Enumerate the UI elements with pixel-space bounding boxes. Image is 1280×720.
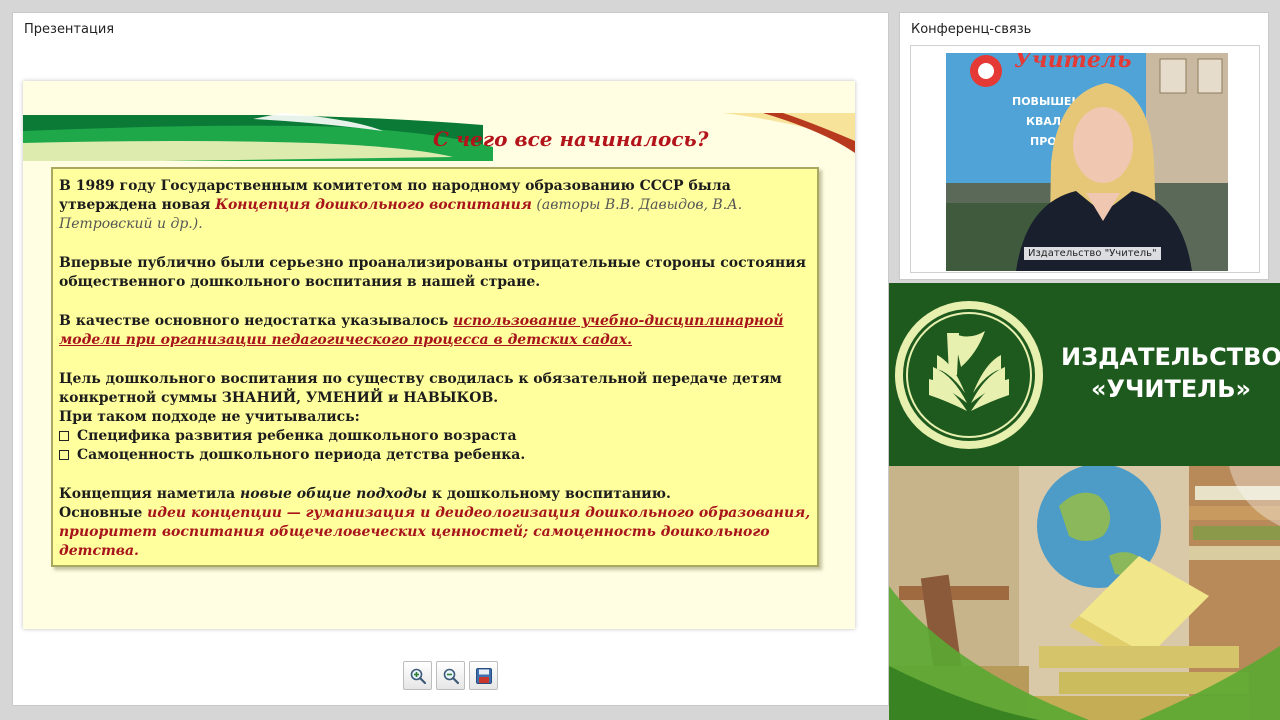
zoom-out-icon [443,668,459,684]
video-banner-line-2: КВАЛ [1026,115,1061,128]
video-participant-label: Издательство "Учитель" [1024,247,1161,260]
slide-paragraph-5: Концепция наметила новые общие подходы к… [59,486,671,502]
slide-paragraph-3: В качестве основного недостатка указывал… [59,312,811,350]
save-button[interactable] [469,661,498,690]
checkbox-bullet-icon [59,431,69,441]
publisher-name: ИЗДАТЕЛЬСТВО «УЧИТЕЛЬ» [1061,341,1280,405]
conference-panel: Конференц-связь Учитель ПОВЫШЕНИ КВАЛ ПР [899,12,1269,280]
presentation-panel-title: Презентация [24,22,115,37]
slide-header-area [23,81,855,113]
zoom-in-icon [410,668,426,684]
list-item: Специфика развития ребенка дошкольного в… [59,427,811,446]
conference-panel-title: Конференц-связь [911,22,1032,37]
zoom-in-button[interactable] [403,661,432,690]
slide-content-box: В 1989 году Государственным комитетом по… [51,167,819,567]
publisher-name-line-1: ИЗДАТЕЛЬСТВО [1061,343,1280,371]
banner-green-area: ИЗДАТЕЛЬСТВО «УЧИТЕЛЬ» [889,283,1280,466]
app-root: Презентация С чего все начиналось? В 198… [0,0,1280,720]
save-icon [475,667,492,684]
slide-heading: С чего все начиналось? [433,127,709,151]
zoom-out-button[interactable] [436,661,465,690]
slide: С чего все начиналось? В 1989 году Госуд… [23,81,855,629]
checkbox-bullet-icon [59,450,69,460]
video-scene: Учитель ПОВЫШЕНИ КВАЛ ПРОФ [946,53,1228,271]
video-stream[interactable]: Учитель ПОВЫШЕНИ КВАЛ ПРОФ Издательство … [946,53,1228,271]
presentation-panel: Презентация С чего все начиналось? В 198… [12,12,889,706]
slide-paragraph-4: Цель дошкольного воспитания по существу … [59,371,782,406]
slide-paragraph-2: Впервые публично были серьезно проанализ… [59,255,806,290]
video-frame: Учитель ПОВЫШЕНИ КВАЛ ПРОФ Издательство … [910,45,1260,273]
slide-paragraph-4b: При таком подходе не учитывались: [59,409,360,425]
p3-text: В качестве основного недостатка указывал… [59,313,454,329]
slide-paragraph-1: В 1989 году Государственным комитетом по… [59,177,811,234]
presentation-toolbar [403,661,498,690]
p1-highlight: Концепция дошкольного воспитания [215,197,532,213]
publisher-banner: ИЗДАТЕЛЬСТВО «УЧИТЕЛЬ» [889,283,1280,720]
publisher-name-line-2: «УЧИТЕЛЬ» [1091,375,1251,403]
video-banner-logo-text: Учитель [1014,53,1131,73]
slide-paragraph-6: Основные идеи концепции — гуманизация и … [59,505,811,559]
publisher-logo [895,301,1043,449]
books-globe-illustration [889,464,1280,720]
banner-books-image [889,464,1280,720]
list-item: Самоценность дошкольного периода детства… [59,446,811,465]
